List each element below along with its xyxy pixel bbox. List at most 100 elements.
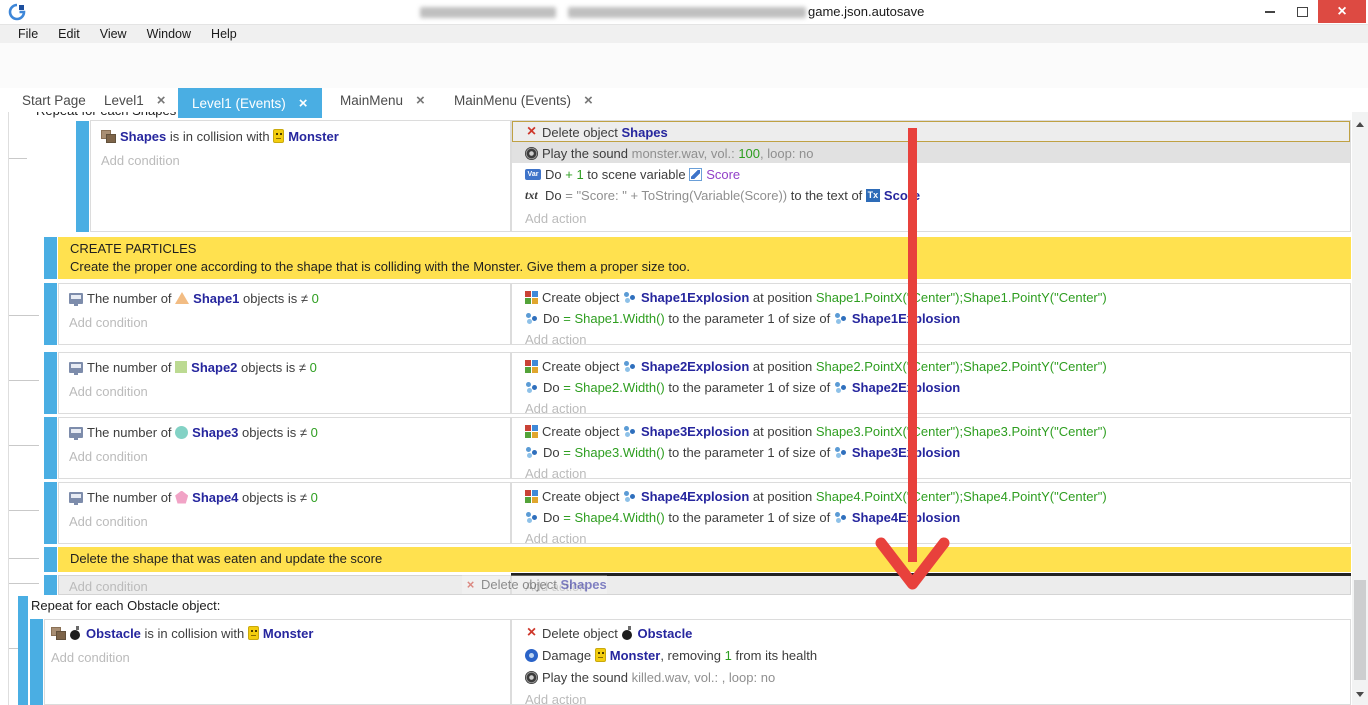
action-row-create-shape1explosion[interactable]: Create object Shape1Explosion at positio… <box>512 287 1350 307</box>
tab-mainmenu-events[interactable]: MainMenu (Events) <box>440 88 607 112</box>
action-row-play-sound[interactable]: Play the sound monster.wav, vol.: 100 , … <box>512 143 1350 163</box>
actions-cell[interactable]: Delete object Shapes Play the sound mons… <box>511 120 1351 232</box>
conditions-cell[interactable]: The number of Shape4 objects is ≠ 0 Add … <box>58 482 511 544</box>
add-action-link[interactable]: Add action <box>512 208 1350 228</box>
add-condition-link[interactable]: Add condition <box>45 647 510 667</box>
action-row-size-shape3explosion[interactable]: Do = Shape3.Width() to the parameter 1 o… <box>512 442 1350 462</box>
condition-row[interactable]: Shapes is in collision with Monster <box>91 126 510 146</box>
action-row-size-shape2explosion[interactable]: Do = Shape2.Width() to the parameter 1 o… <box>512 377 1350 397</box>
menu-edit[interactable]: Edit <box>48 25 90 43</box>
create-object-icon <box>525 425 538 438</box>
action-row-size-shape1explosion[interactable]: Do = Shape1.Width() to the parameter 1 o… <box>512 308 1350 328</box>
tab-mainmenu[interactable]: MainMenu <box>326 88 439 112</box>
condition-row-shape2-count[interactable]: The number of Shape2 objects is ≠ 0 <box>59 357 510 377</box>
event-drag-bar[interactable] <box>44 482 57 544</box>
tab-close-icon[interactable] <box>584 92 593 109</box>
action-row-scene-variable[interactable]: Do + 1 to scene variable Score <box>512 164 1350 184</box>
tab-close-icon[interactable] <box>299 95 308 112</box>
comment-delete-shape[interactable]: Delete the shape that was eaten and upda… <box>58 547 1351 572</box>
menu-file[interactable]: File <box>8 25 48 43</box>
event-drag-bar[interactable] <box>44 547 57 572</box>
particles-icon <box>525 511 539 524</box>
monster-icon <box>273 129 284 143</box>
add-action-link[interactable]: Add action <box>512 398 1350 418</box>
comment-create-particles[interactable]: CREATE PARTICLES Create the proper one a… <box>58 237 1351 279</box>
conditions-cell[interactable]: The number of Shape2 objects is ≠ 0 Add … <box>58 352 511 414</box>
add-condition-link[interactable]: Add condition <box>59 511 510 531</box>
action-row-delete-obstacle[interactable]: Delete object Obstacle <box>512 623 1350 643</box>
conditions-cell[interactable]: Obstacle is in collision with Monster Ad… <box>44 619 511 705</box>
action-row-text-score[interactable]: Do = "Score: " + ToString(Variable(Score… <box>512 185 1350 205</box>
add-condition-link[interactable]: Add condition <box>59 312 510 332</box>
scrollbar-thumb[interactable] <box>1354 580 1366 680</box>
event-drag-bar[interactable] <box>76 121 89 232</box>
conditions-cell[interactable]: The number of Shape3 objects is ≠ 0 Add … <box>58 417 511 479</box>
drop-indicator-line <box>511 573 1351 576</box>
add-condition-link[interactable]: Add condition <box>59 446 510 466</box>
actions-cell[interactable]: Create object Shape4Explosion at positio… <box>511 482 1351 544</box>
dragged-action-ghost[interactable]: Delete object Shapes <box>462 575 607 594</box>
restore-button[interactable] <box>1287 0 1317 23</box>
event-drag-bar[interactable] <box>44 352 57 414</box>
event-drag-bar[interactable] <box>44 575 57 595</box>
add-action-link[interactable]: Add action <box>512 689 1350 705</box>
action-row-create-shape4explosion[interactable]: Create object Shape4Explosion at positio… <box>512 486 1350 506</box>
menu-view[interactable]: View <box>90 25 137 43</box>
action-row-create-shape3explosion[interactable]: Create object Shape3Explosion at positio… <box>512 421 1350 441</box>
actions-cell[interactable]: Create object Shape1Explosion at positio… <box>511 283 1351 345</box>
condition-row-shape1-count[interactable]: The number of Shape1 objects is ≠ 0 <box>59 288 510 308</box>
action-row-size-shape4explosion[interactable]: Do = Shape4.Width() to the parameter 1 o… <box>512 507 1350 527</box>
window-title: game.json.autosave <box>808 4 924 19</box>
scroll-up-icon[interactable] <box>1356 122 1364 127</box>
tab-close-icon[interactable] <box>416 92 425 109</box>
condition-row-obstacle-collision[interactable]: Obstacle is in collision with Monster <box>45 623 510 643</box>
object-count-icon <box>69 427 83 438</box>
add-action-link[interactable]: Add action <box>512 576 1350 596</box>
condition-row-shape4-count[interactable]: The number of Shape4 objects is ≠ 0 <box>59 487 510 507</box>
condition-row-shape3-count[interactable]: The number of Shape3 objects is ≠ 0 <box>59 422 510 442</box>
event-drag-bar[interactable] <box>30 619 43 705</box>
event-sheet[interactable]: Repeat for each Shapes object: Shapes is… <box>0 112 1352 705</box>
actions-cell[interactable]: Create object Shape3Explosion at positio… <box>511 417 1351 479</box>
menu-bar: File Edit View Window Help <box>0 25 1368 43</box>
delete-x-icon <box>464 578 477 592</box>
tab-level1[interactable]: Level1 <box>90 88 180 112</box>
event-drag-bar[interactable] <box>44 237 57 279</box>
add-action-link[interactable]: Add action <box>512 528 1350 548</box>
redacted-title-segment <box>568 7 806 18</box>
action-row-delete-shapes[interactable]: Delete object Shapes <box>512 122 1350 142</box>
scroll-down-icon[interactable] <box>1356 692 1364 697</box>
event-drag-bar[interactable] <box>44 417 57 479</box>
add-action-link[interactable]: Add action <box>512 463 1350 483</box>
text-icon <box>525 189 541 202</box>
tab-level1-events[interactable]: Level1 (Events) <box>178 88 322 118</box>
conditions-cell[interactable]: The number of Shape1 objects is ≠ 0 Add … <box>58 283 511 345</box>
tree-line <box>8 112 9 705</box>
conditions-cell[interactable]: Add condition <box>58 575 511 595</box>
conditions-cell[interactable]: Shapes is in collision with Monster Add … <box>90 120 511 232</box>
event-drag-bar[interactable] <box>18 596 28 705</box>
action-row-create-shape2explosion[interactable]: Create object Shape2Explosion at positio… <box>512 356 1350 376</box>
tab-start-page[interactable]: Start Page <box>8 88 100 112</box>
menu-help[interactable]: Help <box>201 25 247 43</box>
minimize-button[interactable] <box>1255 0 1285 23</box>
action-row-damage-monster[interactable]: Damage Monster , removing 1 from its hea… <box>512 645 1350 665</box>
vertical-scrollbar[interactable] <box>1352 112 1368 705</box>
add-action-link[interactable]: Add action <box>512 329 1350 349</box>
repeat-obstacle-header[interactable]: Repeat for each Obstacle object: <box>31 598 220 613</box>
menu-window[interactable]: Window <box>137 25 201 43</box>
particles-icon <box>834 312 848 325</box>
tab-close-icon[interactable] <box>157 92 166 109</box>
event-drag-bar[interactable] <box>44 283 57 345</box>
actions-cell[interactable]: Add action <box>511 575 1351 595</box>
scene-variable-icon <box>689 168 702 181</box>
close-button[interactable] <box>1318 0 1366 23</box>
actions-cell[interactable]: Create object Shape2Explosion at positio… <box>511 352 1351 414</box>
action-row-play-killed-sound[interactable]: Play the sound killed.wav, vol.: , loop:… <box>512 667 1350 687</box>
actions-cell[interactable]: Delete object Obstacle Damage Monster , … <box>511 619 1351 705</box>
collision-icon <box>101 130 116 142</box>
add-condition-link[interactable]: Add condition <box>59 381 510 401</box>
add-condition-link[interactable]: Add condition <box>59 576 510 596</box>
redacted-title-segment <box>420 7 556 18</box>
add-condition-link[interactable]: Add condition <box>91 150 510 170</box>
